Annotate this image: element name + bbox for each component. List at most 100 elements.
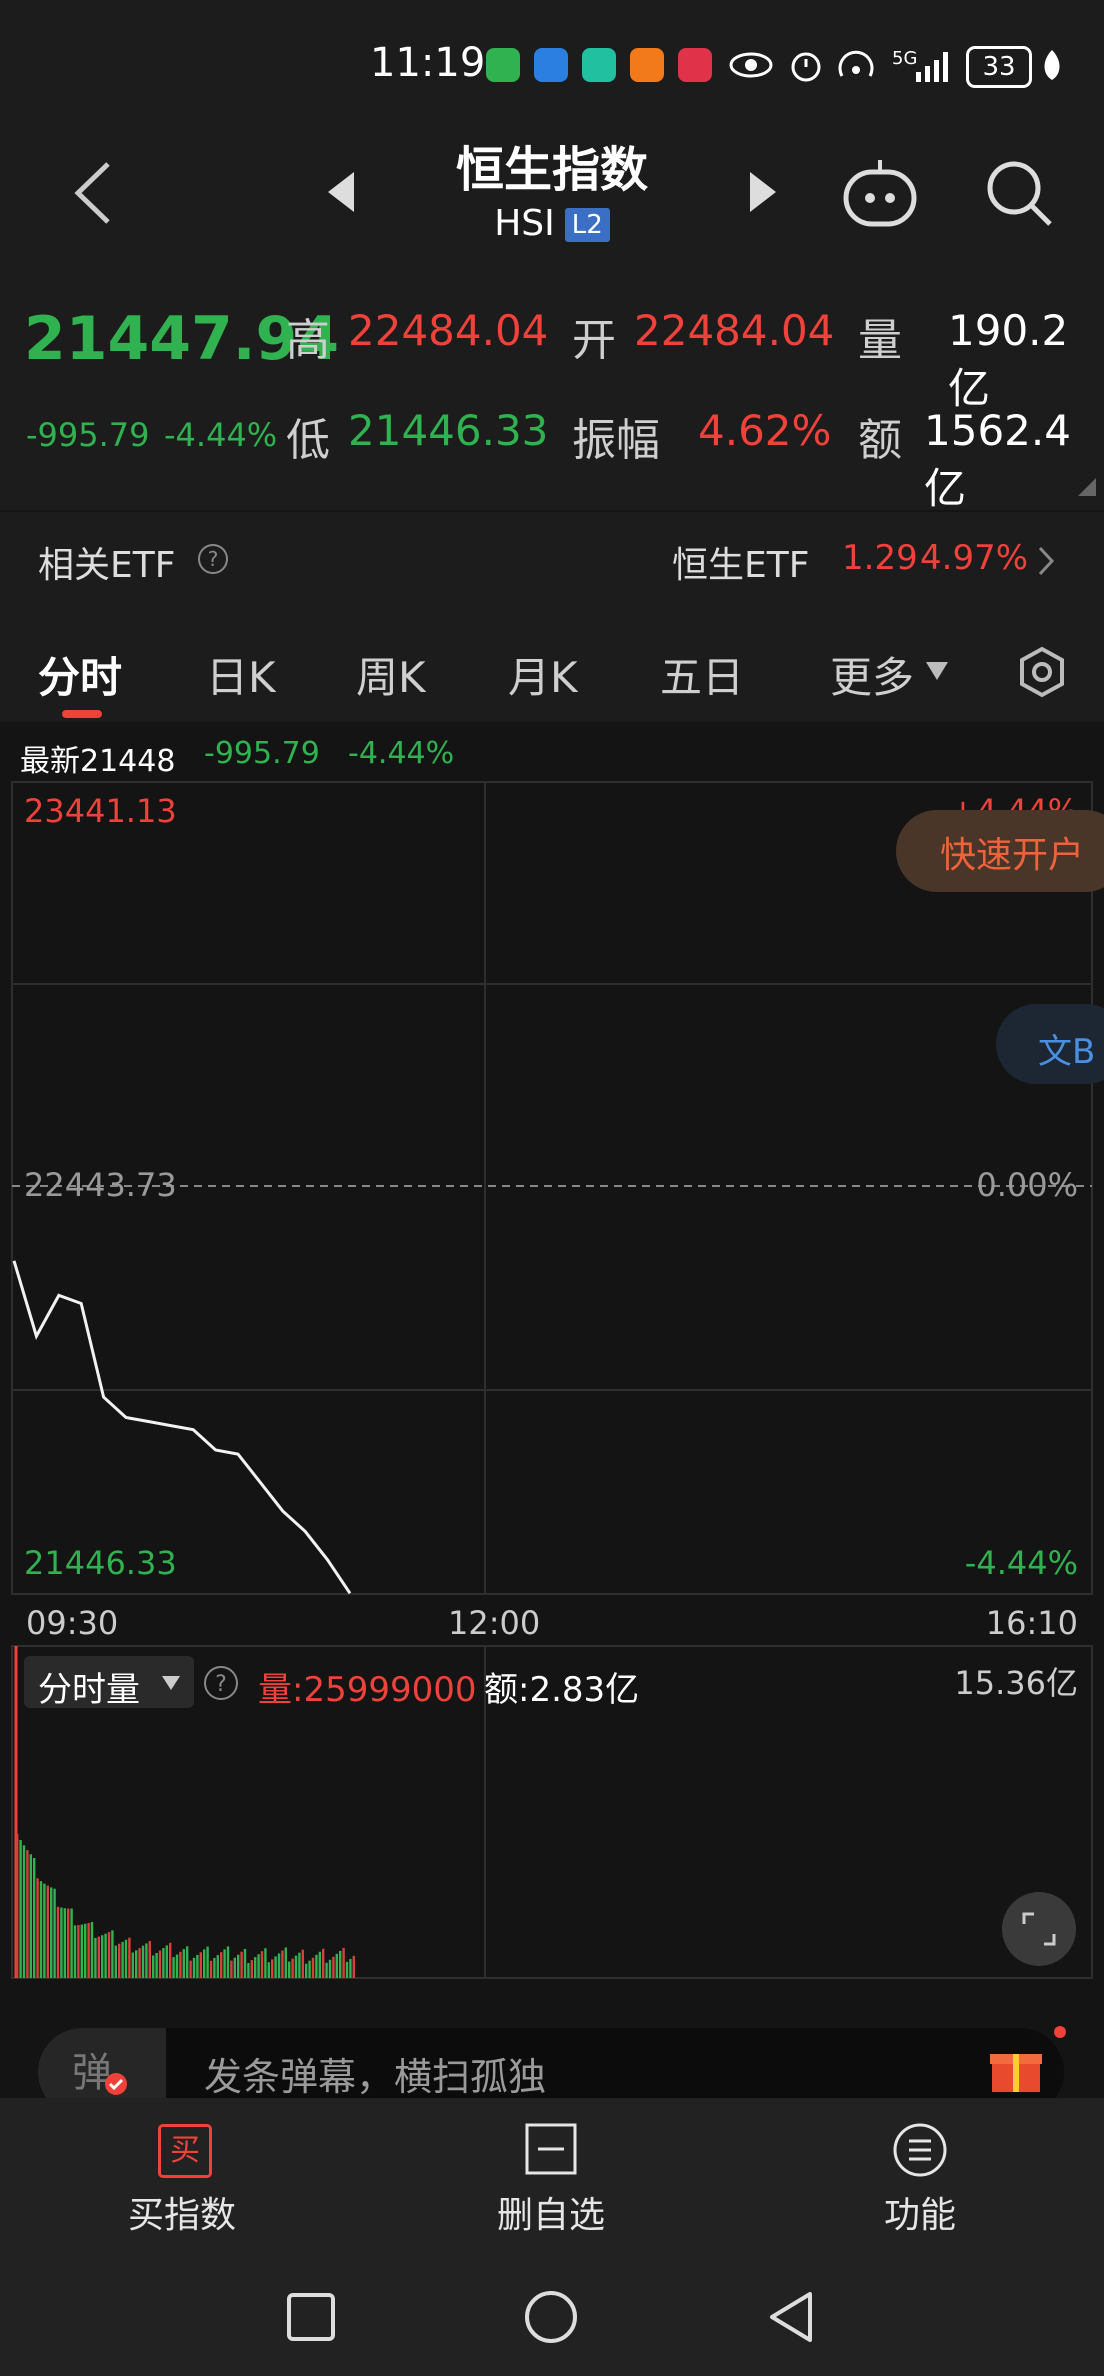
volume-bar [339,1950,342,1978]
volume-bar [349,1958,352,1978]
tab-five-day[interactable]: 五日 [660,644,744,705]
volume-bar [60,1907,63,1978]
buy-icon[interactable]: 买 [158,2124,212,2178]
volume-help-icon[interactable]: ? [202,1664,240,1702]
volume-bar [267,1962,270,1978]
volume-bar [29,1854,32,1978]
volume-bar [315,1954,318,1978]
functions-button[interactable]: 功能 [800,2186,1040,2238]
volume-bar [298,1952,301,1978]
volume-bar [322,1948,325,1978]
volume-bar [332,1956,335,1978]
volume-bar [53,1888,56,1978]
volume-bar [94,1937,97,1978]
volume-bar [291,1958,294,1978]
leaf-icon [1044,50,1060,80]
side-tab-label: 文B [1038,1032,1096,1072]
volume-bar [155,1953,158,1978]
volume-bar [230,1960,233,1978]
volume-bar [26,1850,29,1978]
volume-bar [165,1945,168,1978]
volume-bar [141,1945,145,1978]
y-axis-mid-label: 22443.73 [24,1166,177,1204]
volume-bar [250,1960,253,1978]
alarm-icon [791,52,821,82]
volume-bar [80,1924,83,1978]
volume-bar [233,1957,236,1978]
volume-bar [271,1959,274,1978]
eye-icon [729,52,773,78]
index-code: HSI L2 [0,203,1104,244]
etf-pct: 4.97% [920,538,1029,578]
wechat-icon [486,48,520,82]
danmaku-check-icon [105,2073,127,2095]
remove-watchlist-icon[interactable] [524,2122,578,2176]
volume-bar [284,1947,287,1978]
price-change: -995.79 [26,416,150,454]
battery-icon: 33 [966,46,1032,88]
next-index-icon[interactable] [748,170,778,214]
volume-bar [90,1922,94,1978]
volume-bar [240,1951,243,1978]
volume-caret-icon [162,1676,180,1690]
app-icon [534,48,568,82]
volume-bar [162,1948,165,1978]
volume-bar [118,1943,121,1978]
tab-daily-k[interactable]: 日K [206,644,276,705]
gift-icon[interactable] [988,2040,1044,2096]
svg-text:?: ? [208,547,219,571]
level2-badge: L2 [564,208,610,242]
volume-bar [19,1840,22,1978]
robot-assistant-icon[interactable] [842,156,918,228]
danmaku-placeholder[interactable]: 发条弹幕，横扫孤独 [204,2046,546,2101]
volume-bar [247,1963,250,1978]
volume-bar [264,1948,267,1978]
remove-watchlist-button[interactable]: 删自选 [431,2186,671,2238]
related-etf-label: 相关ETF [38,545,176,586]
amplitude-label: 振幅 [572,415,660,466]
volume-bar [281,1950,284,1978]
pct-axis-bottom-label: -4.44% [964,1544,1078,1582]
turnover-value: 1562.4亿 [924,406,1071,513]
system-back-icon[interactable] [766,2290,816,2344]
home-icon[interactable] [524,2290,578,2344]
volume-bar [277,1953,281,1978]
expand-corner-icon[interactable] [1078,478,1096,496]
volume-bar [308,1960,311,1978]
volume-bar [226,1946,230,1978]
volume-bar [305,1963,308,1978]
pct-axis-mid-label: 0.00% [976,1166,1078,1204]
svg-text:?: ? [215,1672,227,1697]
stock-app-icon [678,48,712,82]
volume-bar [135,1950,138,1978]
tab-monthly-k[interactable]: 月K [508,644,578,705]
volume-bar [101,1935,104,1978]
buy-index-button[interactable]: 买指数 [62,2186,302,2238]
page-title: 恒生指数 [455,142,648,198]
volume-bar [84,1923,87,1978]
volume-bar [16,1834,19,1978]
chart-settings-icon[interactable] [1016,646,1068,698]
recent-apps-icon[interactable] [286,2292,336,2342]
tab-weekly-k[interactable]: 周K [356,644,426,705]
volume-bar [172,1957,175,1978]
tab-more[interactable]: 更多 [830,644,914,705]
volume-bar [138,1948,141,1978]
volume-bar [169,1942,172,1978]
volume-amount: 量:25999000 [258,1670,477,1710]
volume-bar [121,1941,124,1978]
tab-active-indicator [62,710,102,718]
notification-dot [1054,2026,1066,2038]
volume-max-label: 15.36亿 [954,1664,1078,1702]
shield-app-icon [582,48,616,82]
help-icon[interactable]: ? [196,542,230,576]
volume-bar [294,1955,298,1978]
low-label: 低 [286,415,330,466]
search-icon[interactable] [984,158,1054,228]
menu-icon[interactable] [892,2122,948,2178]
amplitude-value: 4.62% [698,406,832,455]
volume-bar [63,1908,66,1978]
low-value: 21446.33 [348,406,549,455]
tab-intraday[interactable]: 分时 [38,644,122,705]
volume-bar [73,1925,77,1978]
